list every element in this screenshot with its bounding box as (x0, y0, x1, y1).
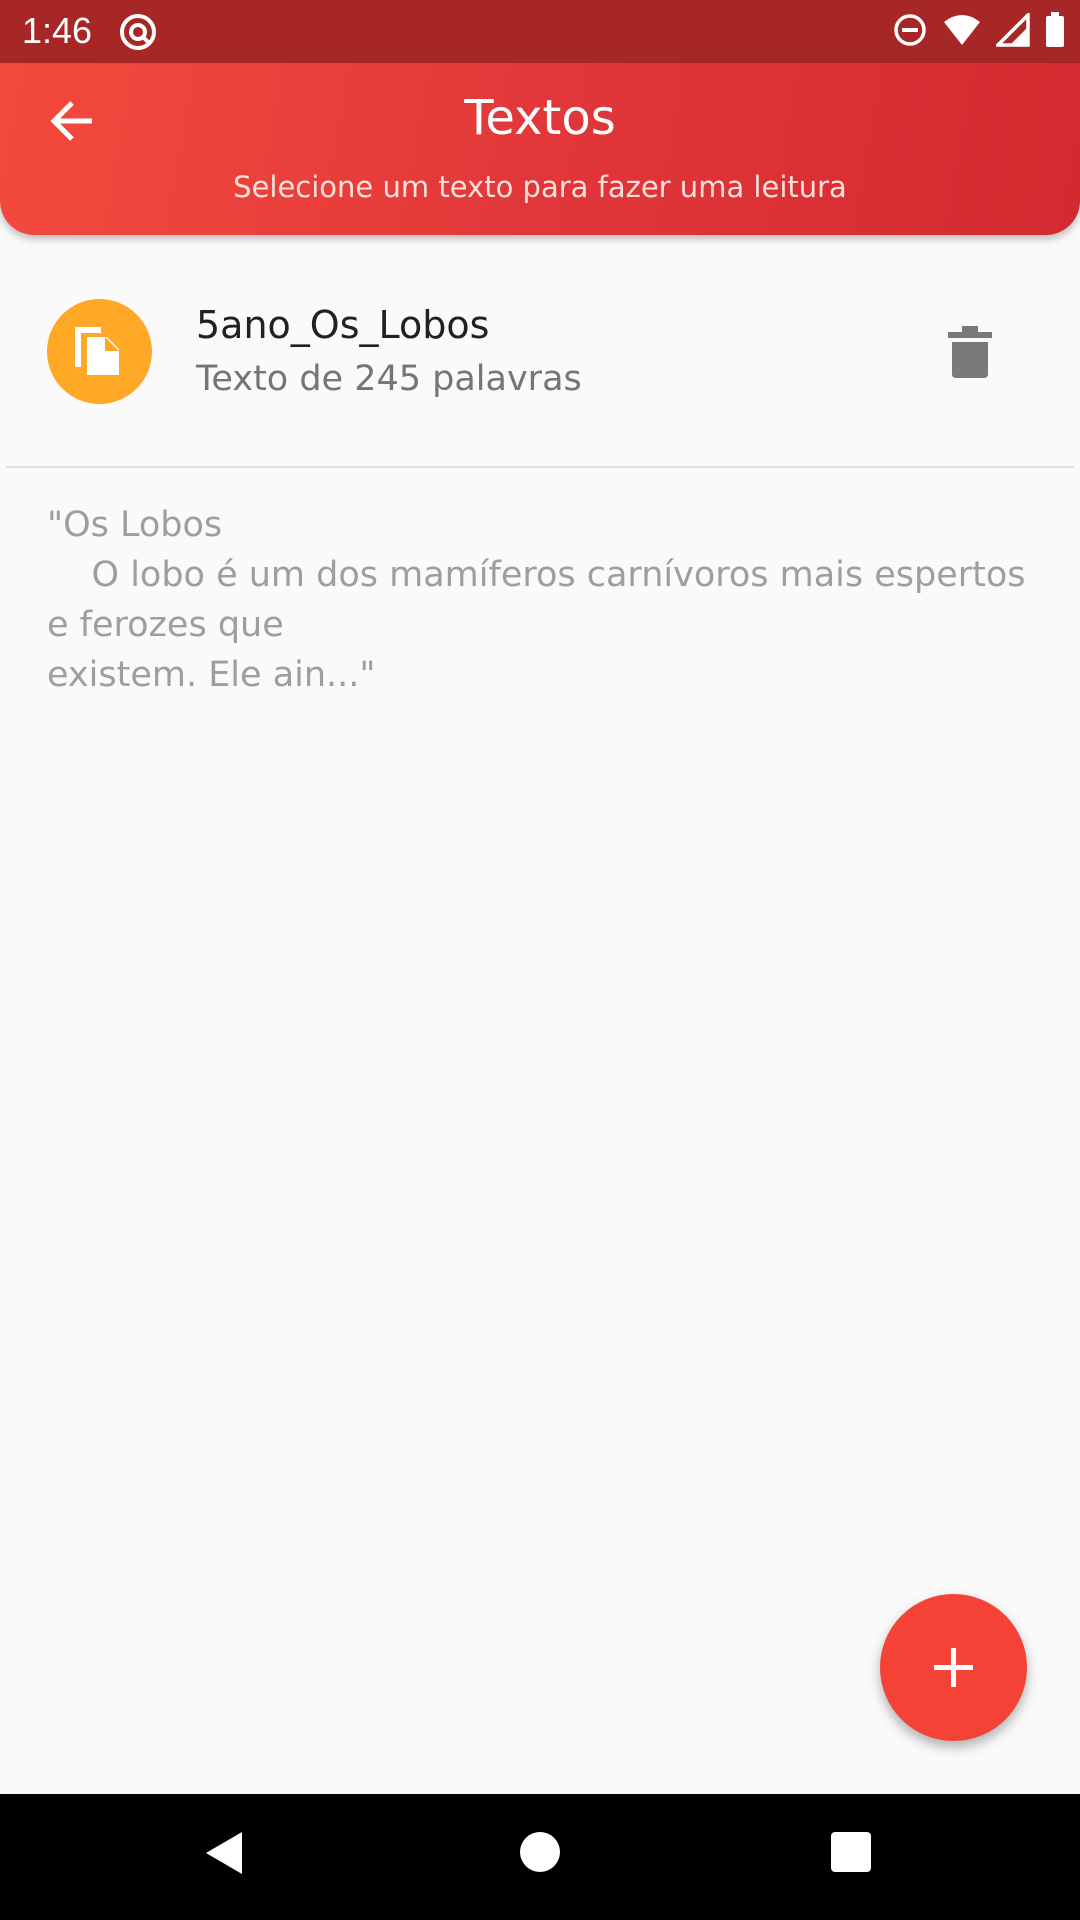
app-notification-icon (118, 12, 158, 56)
avatar (47, 299, 152, 404)
trash-icon[interactable] (944, 324, 996, 380)
nav-recents-icon[interactable] (831, 1832, 871, 1872)
do-not-disturb-icon (892, 12, 928, 52)
status-icons (892, 10, 1066, 52)
list-item[interactable]: 5ano_Os_Lobos Texto de 245 palavras (0, 270, 1080, 432)
text-preview: "Os Lobos O lobo é um dos mamíferos carn… (47, 505, 1026, 695)
signal-icon (993, 10, 1030, 51)
status-bar: 1:46 (0, 0, 1080, 63)
battery-icon (1044, 12, 1066, 52)
page-title: Textos (464, 90, 616, 146)
wifi-icon (942, 13, 982, 51)
text-title: 5ano_Os_Lobos (196, 303, 490, 347)
nav-home-icon[interactable] (520, 1832, 560, 1872)
system-nav-bar (0, 1794, 1080, 1920)
page-subtitle: Selecione um texto para fazer uma leitur… (233, 170, 847, 204)
add-text-button[interactable] (880, 1594, 1027, 1741)
nav-back-icon[interactable] (204, 1830, 244, 1880)
app-bar: Textos Selecione um texto para fazer uma… (0, 63, 1080, 235)
text-word-count: Texto de 245 palavras (196, 359, 582, 399)
divider (6, 466, 1074, 468)
status-time: 1:46 (22, 10, 93, 51)
